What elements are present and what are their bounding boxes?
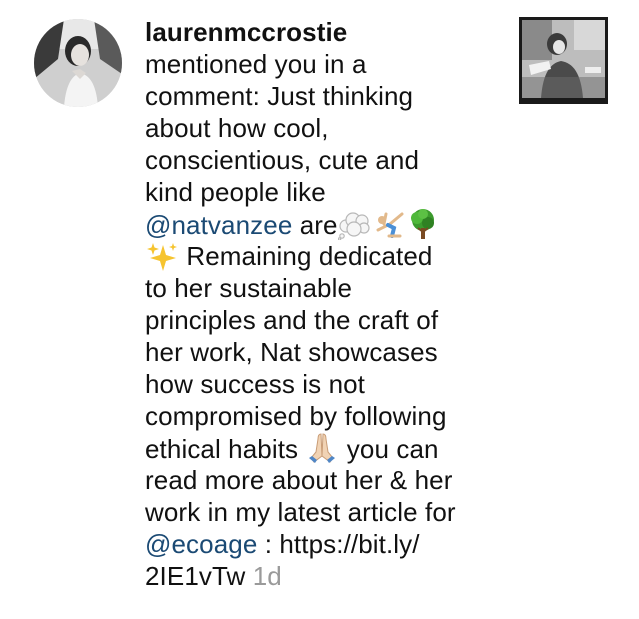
comment-fragment: Remaining dedicated bbox=[179, 241, 433, 271]
comment-fragment: you can bbox=[339, 434, 439, 464]
post-thumbnail[interactable] bbox=[519, 17, 608, 104]
comment-line: work in my latest article for bbox=[145, 497, 456, 527]
comment-line: conscientious, cute and bbox=[145, 145, 420, 175]
comment-line: comment: Just thinking bbox=[145, 81, 414, 111]
mention-notification[interactable]: laurenmccrostie mentioned you in a comme… bbox=[0, 0, 639, 619]
comment-fragment: : https://bit.ly/ bbox=[257, 529, 420, 559]
comment-line: about how cool, bbox=[145, 113, 329, 143]
comment-line: mentioned you in a bbox=[145, 49, 367, 79]
mention-link-natvanzee[interactable]: @natvanzee bbox=[145, 210, 292, 240]
timestamp: 1d bbox=[252, 561, 282, 591]
mention-link-ecoage[interactable]: @ecoage bbox=[145, 529, 257, 559]
profile-avatar[interactable] bbox=[34, 19, 122, 107]
comment-line: compromised by following bbox=[145, 401, 447, 431]
comment-fragment: are bbox=[292, 210, 338, 240]
comment-fragment: 2IE1vTw bbox=[145, 561, 246, 591]
username-link[interactable]: laurenmccrostie bbox=[145, 17, 347, 47]
comment-fragment: ethical habits bbox=[145, 434, 306, 464]
comment-line: read more about her & her bbox=[145, 465, 453, 495]
post-thumbnail-photo-icon bbox=[519, 17, 608, 104]
comment-line: to her sustainable bbox=[145, 273, 353, 303]
avatar-photo-icon bbox=[34, 19, 122, 107]
comment-line: kind people like bbox=[145, 177, 326, 207]
comment-text: laurenmccrostie mentioned you in a comme… bbox=[145, 16, 507, 592]
comment-line: principles and the craft of bbox=[145, 305, 439, 335]
comment-line: her work, Nat showcases bbox=[145, 337, 438, 367]
comment-line: how success is not bbox=[145, 369, 366, 399]
